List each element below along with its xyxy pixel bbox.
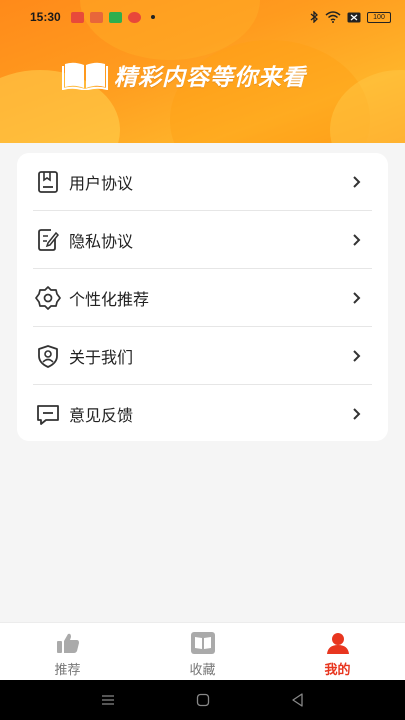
status-time: 15:30 <box>30 10 61 24</box>
slogan-text: 精彩内容等你来看 <box>114 65 306 91</box>
bluetooth-icon <box>310 11 318 23</box>
document-icon <box>38 171 58 193</box>
menu-item-about-us[interactable]: 关于我们 <box>33 327 372 385</box>
thumbs-up-icon <box>56 633 79 653</box>
bottom-tab-bar: 推荐 收藏 我的 <box>0 622 405 680</box>
book-icon <box>190 632 215 654</box>
wifi-icon <box>325 11 341 23</box>
more-notifications-icon <box>150 15 155 19</box>
weibo-notification-icon <box>127 11 141 23</box>
tab-recommend[interactable]: 推荐 <box>0 623 135 680</box>
no-sim-icon <box>347 12 361 22</box>
battery-icon: 100 <box>367 11 391 23</box>
menu-icon[interactable] <box>100 692 116 708</box>
menu-item-label: 关于我们 <box>69 348 134 367</box>
app-notification-icon <box>70 11 84 23</box>
back-icon[interactable] <box>290 692 306 708</box>
tab-label: 推荐 <box>54 663 81 678</box>
shield-user-icon <box>38 345 58 368</box>
open-book-icon <box>62 62 108 90</box>
system-navigation-bar <box>0 680 405 720</box>
tab-label: 收藏 <box>189 663 216 678</box>
edit-document-icon <box>38 229 60 251</box>
status-bar: 15:30 100 <box>0 0 405 34</box>
settings-menu-card: 用户协议 隐私协议 个性化推荐 关于我们 意见反馈 <box>17 153 388 441</box>
tab-label: 我的 <box>324 663 351 678</box>
header-banner: 15:30 100 精彩内容等你来看 <box>0 0 405 143</box>
menu-item-user-agreement[interactable]: 用户协议 <box>33 153 372 211</box>
menu-item-label: 用户协议 <box>69 174 134 193</box>
app-notification-icon <box>108 11 122 23</box>
menu-item-label: 意见反馈 <box>69 406 134 425</box>
menu-item-privacy-policy[interactable]: 隐私协议 <box>33 211 372 269</box>
chevron-right-icon <box>353 350 361 362</box>
chevron-right-icon <box>353 176 361 188</box>
chevron-right-icon <box>353 408 361 420</box>
menu-item-label: 个性化推荐 <box>69 290 150 309</box>
user-icon <box>326 633 349 654</box>
home-icon[interactable] <box>195 692 211 708</box>
notification-icons <box>70 11 155 23</box>
gear-icon <box>35 286 61 310</box>
menu-item-personalized-recommendation[interactable]: 个性化推荐 <box>33 269 372 327</box>
menu-item-feedback[interactable]: 意见反馈 <box>33 385 372 443</box>
banner-slogan: 精彩内容等你来看 <box>62 58 306 92</box>
chevron-right-icon <box>353 292 361 304</box>
message-icon <box>37 405 59 425</box>
menu-item-label: 隐私协议 <box>69 232 134 251</box>
chevron-right-icon <box>353 234 361 246</box>
tab-mine[interactable]: 我的 <box>270 623 405 680</box>
tab-favorites[interactable]: 收藏 <box>135 623 270 680</box>
game-notification-icon <box>89 11 103 23</box>
